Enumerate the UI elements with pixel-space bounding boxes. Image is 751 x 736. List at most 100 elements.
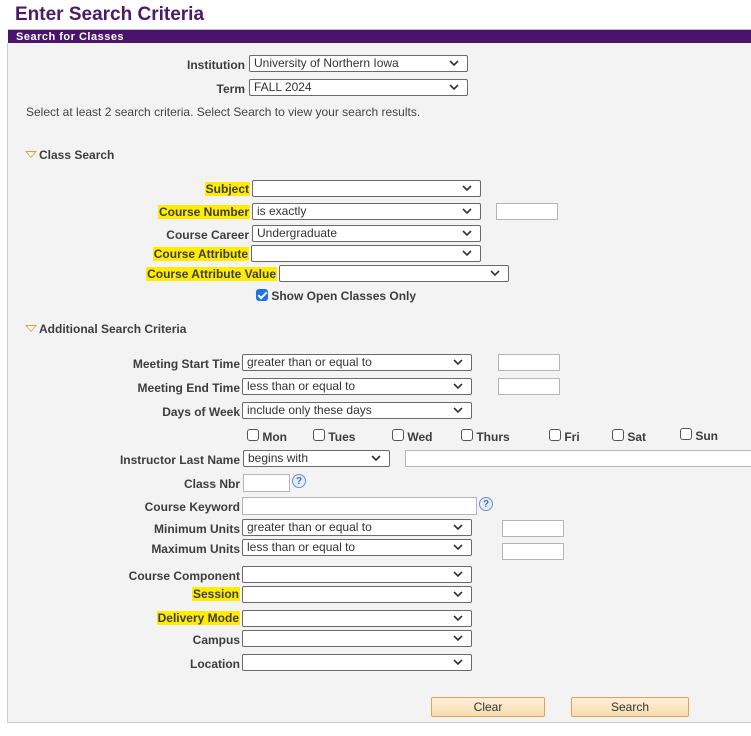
course-number-input[interactable]	[496, 203, 558, 220]
checkbox-unchecked-icon[interactable]	[461, 429, 473, 441]
instructor-operator-value: begins with	[248, 451, 309, 465]
chevron-down-icon	[453, 407, 463, 414]
show-open-classes-checkbox[interactable]: Show Open Classes Only	[256, 289, 416, 304]
meeting-end-label: Meeting End Time	[137, 381, 240, 395]
chevron-down-icon	[453, 659, 463, 666]
show-open-classes-label: Show Open Classes Only	[271, 289, 417, 303]
campus-label: Campus	[192, 633, 240, 647]
min-units-operator-select[interactable]: greater than or equal to	[242, 519, 472, 536]
course-keyword-label: Course Keyword	[144, 500, 240, 514]
collapse-triangle-icon	[25, 325, 37, 332]
chevron-down-icon	[462, 208, 472, 215]
help-icon[interactable]: ?	[292, 474, 306, 488]
max-units-input[interactable]	[502, 543, 564, 560]
chevron-down-icon	[453, 571, 463, 578]
subject-select[interactable]	[252, 180, 481, 197]
day-checkbox-sun[interactable]: Sun	[680, 428, 718, 443]
meeting-end-operator-value: less than or equal to	[247, 379, 356, 393]
day-checkbox-mon[interactable]: Mon	[247, 429, 287, 444]
max-units-operator-select[interactable]: less than or equal to	[242, 539, 472, 556]
checkbox-unchecked-icon[interactable]	[612, 429, 624, 441]
day-label: Wed	[407, 430, 433, 444]
course-component-label: Course Component	[128, 569, 240, 583]
meeting-start-operator-value: greater than or equal to	[247, 355, 372, 369]
chevron-down-icon	[490, 270, 500, 277]
checkbox-checked-icon[interactable]	[256, 289, 268, 301]
session-label: Session	[191, 587, 240, 601]
chevron-down-icon	[453, 591, 463, 598]
instructions-text: Select at least 2 search criteria. Selec…	[26, 105, 421, 119]
chevron-down-icon	[453, 635, 463, 642]
chevron-down-icon	[462, 230, 472, 237]
checkbox-unchecked-icon[interactable]	[247, 429, 259, 441]
chevron-down-icon	[371, 455, 381, 462]
search-button[interactable]: Search	[571, 697, 689, 717]
checkbox-unchecked-icon[interactable]	[549, 429, 561, 441]
chevron-down-icon	[453, 544, 463, 551]
course-number-operator-value: is exactly	[257, 204, 307, 218]
help-icon[interactable]: ?	[479, 497, 493, 511]
panel-header: Search for Classes	[8, 29, 751, 43]
day-label: Tues	[328, 430, 356, 444]
chevron-down-icon	[453, 359, 463, 366]
day-label: Fri	[564, 430, 580, 444]
course-attribute-label: Course Attribute	[152, 247, 249, 261]
term-label: Term	[216, 82, 245, 96]
max-units-label: Maximum Units	[151, 542, 240, 556]
meeting-start-operator-select[interactable]: greater than or equal to	[242, 354, 472, 371]
course-number-operator-select[interactable]: is exactly	[252, 203, 481, 220]
day-checkbox-fri[interactable]: Fri	[549, 429, 580, 444]
days-of-week-operator-select[interactable]: include only these days	[242, 402, 472, 419]
chevron-down-icon	[462, 185, 472, 192]
checkbox-unchecked-icon[interactable]	[680, 428, 692, 440]
checkbox-unchecked-icon[interactable]	[392, 429, 404, 441]
instructor-label: Instructor Last Name	[119, 453, 240, 467]
meeting-start-input[interactable]	[498, 354, 560, 371]
day-checkbox-wed[interactable]: Wed	[392, 429, 432, 444]
course-career-value: Undergraduate	[257, 226, 338, 240]
location-label: Location	[190, 657, 240, 671]
meeting-start-label: Meeting Start Time	[132, 357, 240, 371]
additional-criteria-toggle[interactable]: Additional Search Criteria	[25, 322, 186, 336]
day-label: Mon	[262, 430, 287, 444]
course-keyword-input[interactable]	[242, 497, 477, 515]
min-units-label: Minimum Units	[154, 522, 240, 536]
campus-select[interactable]	[242, 630, 472, 647]
chevron-down-icon	[462, 250, 472, 257]
days-of-week-operator-value: include only these days	[247, 403, 372, 417]
session-select[interactable]	[242, 586, 472, 603]
days-of-week-label: Days of Week	[162, 405, 240, 419]
course-attribute-select[interactable]	[251, 245, 481, 262]
day-label: Sat	[627, 430, 647, 444]
day-checkbox-sat[interactable]: Sat	[612, 429, 646, 444]
class-search-title: Class Search	[39, 148, 115, 162]
subject-label: Subject	[204, 182, 250, 196]
day-label: Thurs	[476, 430, 510, 444]
course-component-select[interactable]	[242, 566, 472, 583]
course-career-select[interactable]: Undergraduate	[252, 225, 481, 242]
course-attribute-value-select[interactable]	[279, 265, 509, 282]
meeting-end-input[interactable]	[498, 378, 560, 395]
location-select[interactable]	[242, 654, 472, 671]
instructor-operator-select[interactable]: begins with	[243, 450, 390, 467]
term-value: FALL 2024	[254, 80, 312, 94]
term-select[interactable]: FALL 2024	[249, 79, 468, 96]
class-nbr-label: Class Nbr	[183, 477, 240, 491]
institution-select[interactable]: University of Northern Iowa	[249, 55, 468, 72]
delivery-mode-label: Delivery Mode	[156, 611, 240, 625]
delivery-mode-select[interactable]	[242, 610, 472, 627]
day-label: Sun	[695, 429, 719, 443]
class-nbr-input[interactable]	[243, 474, 290, 492]
course-number-label: Course Number	[157, 205, 250, 219]
page-title: Enter Search Criteria	[15, 4, 205, 25]
instructor-input[interactable]	[405, 450, 751, 467]
day-checkbox-tues[interactable]: Tues	[313, 429, 355, 444]
chevron-down-icon	[453, 615, 463, 622]
day-checkbox-thurs[interactable]: Thurs	[461, 429, 510, 444]
min-units-operator-value: greater than or equal to	[247, 520, 372, 534]
checkbox-unchecked-icon[interactable]	[313, 429, 325, 441]
class-search-toggle[interactable]: Class Search	[25, 148, 114, 162]
min-units-input[interactable]	[502, 520, 564, 537]
meeting-end-operator-select[interactable]: less than or equal to	[242, 378, 472, 395]
clear-button[interactable]: Clear	[431, 697, 545, 717]
